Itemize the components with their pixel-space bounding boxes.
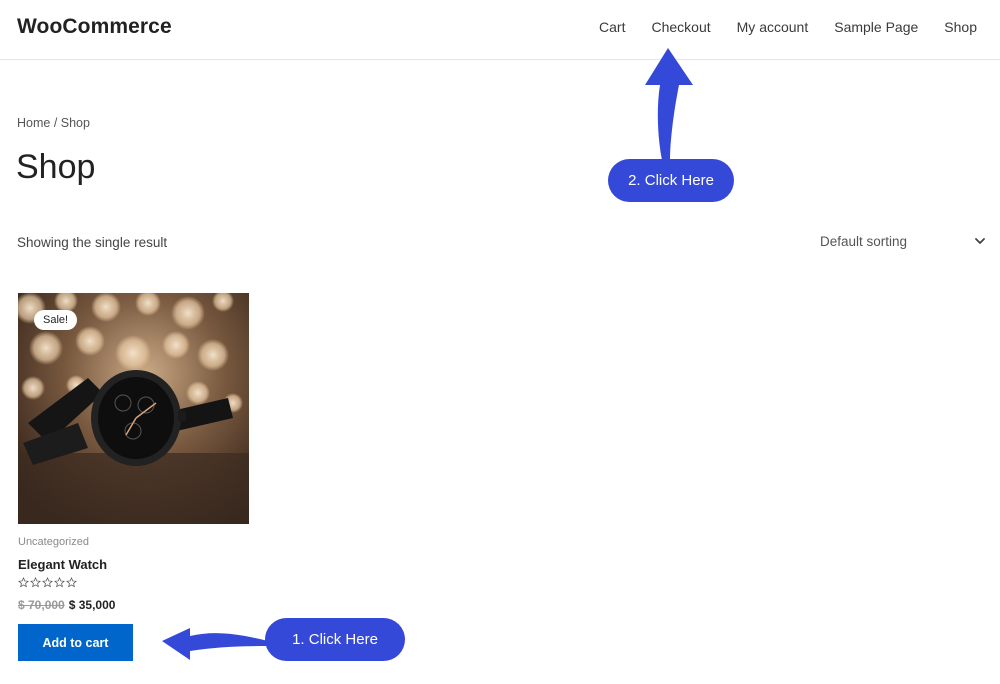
product-price: $ 70,000 $ 35,000 <box>18 598 115 612</box>
sorting-selected-value: Default sorting <box>820 234 908 249</box>
add-to-cart-button[interactable]: Add to cart <box>18 624 133 661</box>
star-empty-icon <box>54 577 65 588</box>
callout-click-here-1: 1. Click Here <box>265 618 405 661</box>
star-empty-icon <box>18 577 29 588</box>
callout-click-here-2: 2. Click Here <box>608 159 734 202</box>
main-nav: Cart Checkout My account Sample Page Sho… <box>599 19 977 35</box>
nav-shop[interactable]: Shop <box>944 19 977 35</box>
product-name[interactable]: Elegant Watch <box>18 557 107 572</box>
star-empty-icon <box>42 577 53 588</box>
price-regular: $ 70,000 <box>18 598 65 612</box>
chevron-down-icon <box>975 238 985 244</box>
sorting-select[interactable]: Default sorting <box>820 234 988 252</box>
star-empty-icon <box>30 577 41 588</box>
sale-badge: Sale! <box>34 310 78 330</box>
page-title: Shop <box>16 148 96 186</box>
arrow-to-add-to-cart <box>162 628 268 660</box>
breadcrumb[interactable]: Home / Shop <box>17 116 90 130</box>
nav-checkout[interactable]: Checkout <box>651 19 710 35</box>
arrow-to-checkout <box>645 48 693 160</box>
star-empty-icon <box>66 577 77 588</box>
nav-my-account[interactable]: My account <box>737 19 809 35</box>
site-header: WooCommerce Cart Checkout My account Sam… <box>0 0 1000 60</box>
product-category[interactable]: Uncategorized <box>18 536 89 548</box>
price-sale: $ 35,000 <box>68 598 116 612</box>
site-title[interactable]: WooCommerce <box>17 15 172 39</box>
result-count: Showing the single result <box>17 235 168 250</box>
nav-sample-page[interactable]: Sample Page <box>834 19 918 35</box>
product-image[interactable]: Sale! <box>18 293 249 524</box>
star-rating <box>18 577 77 588</box>
nav-cart[interactable]: Cart <box>599 19 625 35</box>
